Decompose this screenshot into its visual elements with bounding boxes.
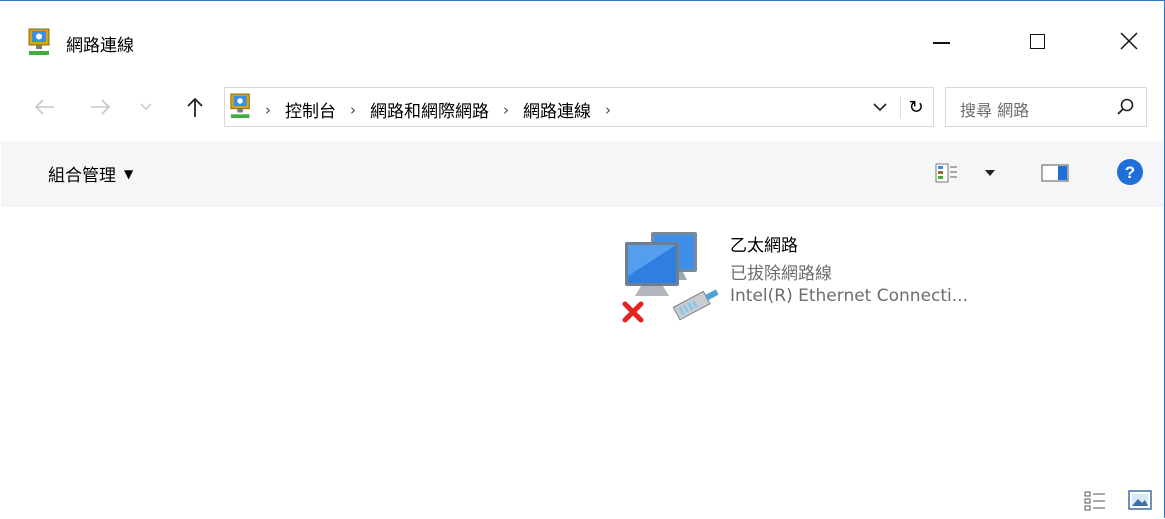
file-list-area: 乙太網路 已拔除網路線 Intel(R) Ethernet Connecti..… [1,206,1163,519]
organize-label: 組合管理 [48,166,116,186]
arrow-up-icon [187,97,203,117]
view-options-icon [935,163,957,183]
breadcrumb: › 控制台 › 網路和網際網路 › 網路連線 › [261,97,615,123]
close-button[interactable] [1106,21,1152,61]
breadcrumb-separator[interactable]: › [499,101,513,119]
ethernet-adapter-disconnected-icon [622,232,719,323]
adapter-device: Intel(R) Ethernet Connecti... [730,286,968,306]
breadcrumb-network-internet[interactable]: 網路和網際網路 [360,97,499,122]
breadcrumb-separator[interactable]: › [346,101,360,119]
explorer-window: 網路連線 › 控制台 › 網路和網際網路 › 網路連線 › ↻ 搜尋 網路 組合… [0,0,1165,518]
network-connections-icon [28,28,50,55]
arrow-left-icon [34,99,54,115]
change-view-button[interactable] [933,161,1003,185]
forward-button[interactable] [85,93,115,121]
back-button[interactable] [30,93,60,121]
chevron-down-icon [140,103,152,110]
svg-text:?: ? [1125,163,1135,182]
close-icon [1120,32,1138,50]
details-view-icon[interactable] [1084,490,1106,512]
network-connections-icon [230,93,250,118]
breadcrumb-separator[interactable]: › [601,101,615,119]
minimize-icon [932,42,950,44]
search-placeholder: 搜尋 網路 [960,101,1030,120]
organize-button[interactable]: 組合管理 ▼ [48,161,133,186]
caret-down-icon [985,170,995,176]
search-input[interactable]: 搜尋 網路 [945,87,1147,127]
window-title: 網路連線 [66,36,134,56]
breadcrumb-separator[interactable]: › [261,101,275,119]
minimize-button[interactable] [918,21,964,61]
title-bar: 網路連線 [0,1,1164,85]
command-bar: 組合管理 ▼ ? [1,141,1163,206]
breadcrumb-network-connections[interactable]: 網路連線 [513,97,601,122]
preview-pane-button[interactable] [1041,163,1069,183]
refresh-icon: ↻ [908,96,924,118]
large-icons-view-icon[interactable] [1128,490,1152,510]
up-button[interactable] [180,93,210,121]
navigation-row: › 控制台 › 網路和網際網路 › 網路連線 › ↻ 搜尋 網路 [0,85,1164,129]
adapter-name: 乙太網路 [730,236,798,256]
network-adapter-item[interactable]: 乙太網路 已拔除網路線 Intel(R) Ethernet Connecti..… [613,221,1053,331]
address-dropdown-icon[interactable] [870,98,890,116]
search-icon[interactable] [1116,97,1136,117]
recent-locations-button[interactable] [137,93,155,121]
arrow-right-icon [91,99,111,115]
breadcrumb-control-panel[interactable]: 控制台 [275,97,346,122]
adapter-status: 已拔除網路線 [730,264,832,284]
refresh-button[interactable]: ↻ [900,96,927,118]
maximize-icon [1029,33,1045,49]
maximize-button[interactable] [1014,21,1060,61]
caret-down-icon: ▼ [124,166,134,181]
address-bar[interactable]: › 控制台 › 網路和網際網路 › 網路連線 › ↻ [224,87,934,127]
help-icon[interactable]: ? [1116,158,1144,186]
